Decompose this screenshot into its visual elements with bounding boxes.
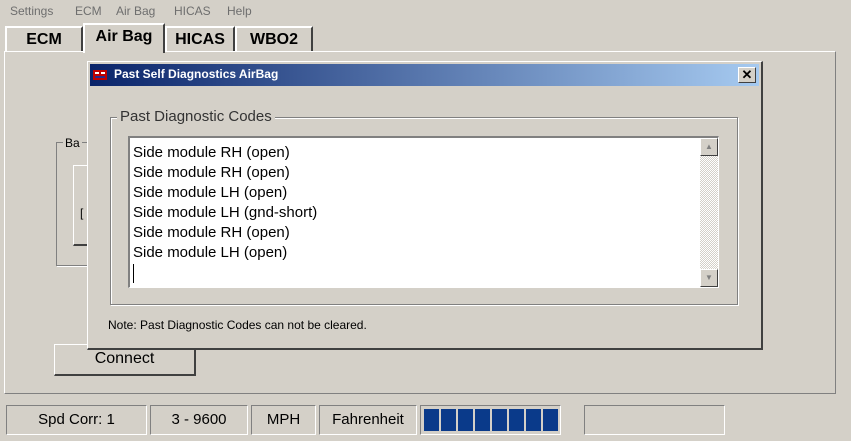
text-caret — [133, 264, 134, 283]
app-icon — [93, 70, 107, 80]
activity-segment — [475, 409, 490, 431]
diagnostic-codes-list[interactable]: Side module RH (open) Side module RH (op… — [128, 136, 719, 288]
background-inner-text: [ — [80, 206, 84, 220]
tab-wbo2[interactable]: WBO2 — [235, 26, 313, 52]
status-speed-unit: MPH — [251, 405, 316, 435]
tab-ecm[interactable]: ECM — [5, 26, 83, 52]
list-item: Side module LH (gnd-short) — [133, 204, 318, 221]
list-item: Side module RH (open) — [133, 144, 290, 161]
list-item: Side module RH (open) — [133, 224, 290, 241]
list-item: Side module LH (open) — [133, 184, 288, 201]
status-baud: 3 - 9600 — [150, 405, 248, 435]
status-bar: Spd Corr: 1 3 - 9600 MPH Fahrenheit — [0, 402, 851, 440]
activity-segment — [526, 409, 541, 431]
menu-hicas[interactable]: HICAS — [174, 4, 211, 18]
status-speed-correction: Spd Corr: 1 — [6, 405, 147, 435]
status-temp-unit: Fahrenheit — [319, 405, 417, 435]
menu-air-bag[interactable]: Air Bag — [116, 4, 155, 18]
activity-segment — [441, 409, 456, 431]
activity-segment — [543, 409, 558, 431]
list-item: Side module RH (open) — [133, 164, 290, 181]
menu-ecm[interactable]: ECM — [75, 4, 102, 18]
tab-air-bag[interactable]: Air Bag — [83, 23, 165, 53]
close-icon[interactable]: ✕ — [738, 67, 756, 83]
menu-help[interactable]: Help — [227, 4, 252, 18]
vertical-scrollbar[interactable]: ▲ ▼ — [700, 138, 718, 287]
arrow-down-icon[interactable]: ▼ — [700, 269, 718, 287]
menu-bar: Settings ECM Air Bag HICAS Help — [0, 0, 851, 22]
activity-segment — [458, 409, 473, 431]
activity-segment — [424, 409, 439, 431]
dialog-title: Past Self Diagnostics AirBag — [114, 67, 279, 81]
activity-segment — [492, 409, 507, 431]
menu-settings[interactable]: Settings — [10, 4, 53, 18]
status-activity-meter — [420, 405, 561, 435]
background-group-label: Ba — [63, 136, 82, 150]
dialog-titlebar[interactable]: Past Self Diagnostics AirBag ✕ — [90, 64, 759, 86]
arrow-up-icon[interactable]: ▲ — [700, 138, 718, 156]
status-empty-panel — [584, 405, 725, 435]
note-text: Note: Past Diagnostic Codes can not be c… — [108, 318, 367, 332]
list-item: Side module LH (open) — [133, 244, 288, 261]
activity-segment — [509, 409, 524, 431]
group-label: Past Diagnostic Codes — [117, 108, 275, 125]
tab-hicas[interactable]: HICAS — [165, 26, 235, 52]
